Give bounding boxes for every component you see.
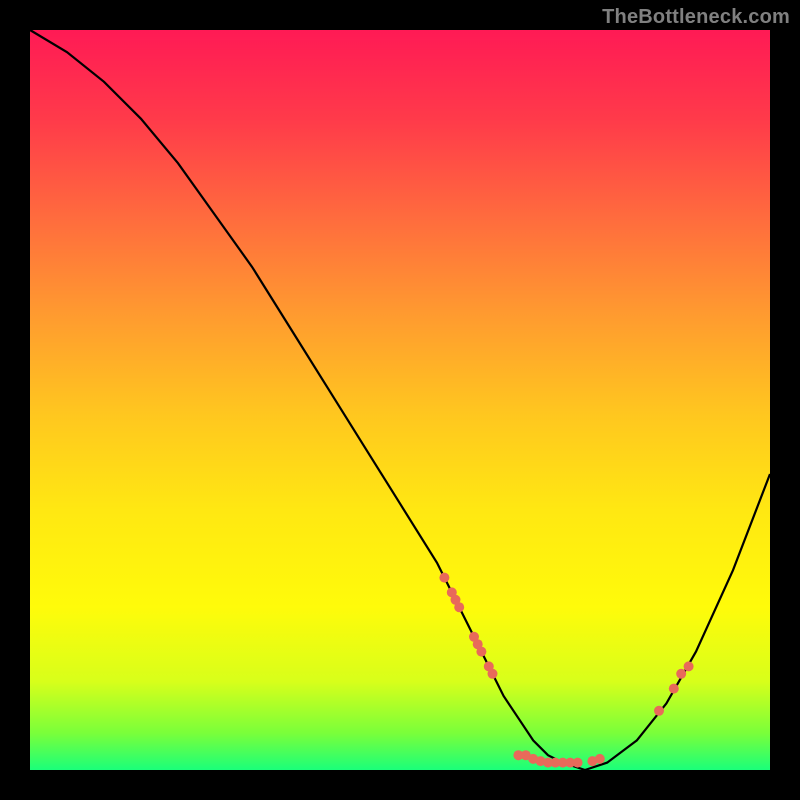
plot-area (30, 30, 770, 770)
data-marker (476, 647, 486, 657)
data-marker (454, 602, 464, 612)
data-marker (595, 754, 605, 764)
data-marker (573, 758, 583, 768)
bottleneck-curve (30, 30, 770, 770)
data-marker (488, 669, 498, 679)
data-marker (676, 669, 686, 679)
data-marker (669, 684, 679, 694)
curve-svg (30, 30, 770, 770)
data-marker (654, 706, 664, 716)
chart-container: TheBottleneck.com (0, 0, 800, 800)
markers-group (439, 573, 693, 768)
watermark-label: TheBottleneck.com (602, 6, 790, 29)
data-marker (684, 661, 694, 671)
data-marker (439, 573, 449, 583)
